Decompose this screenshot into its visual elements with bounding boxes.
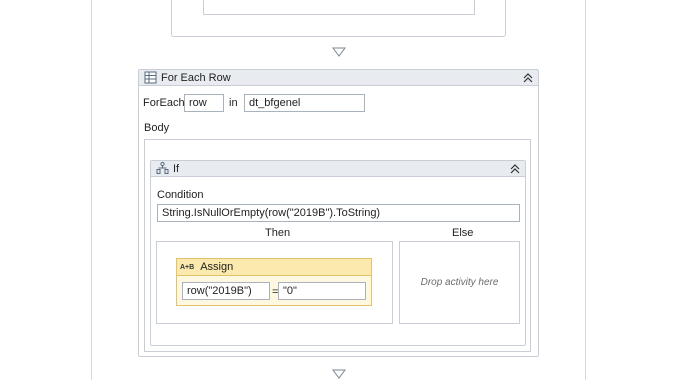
foreach-item-input[interactable]: row bbox=[184, 94, 224, 112]
assign-title: Assign bbox=[200, 261, 234, 273]
for-each-row-icon bbox=[143, 71, 157, 85]
in-label: in bbox=[229, 97, 238, 109]
if-title: If bbox=[173, 162, 180, 175]
else-label: Else bbox=[452, 227, 474, 239]
if-activity[interactable]: If Condition String.IsNullOrEmpty(row("2… bbox=[150, 160, 526, 346]
assign-value-input[interactable]: "0" bbox=[278, 282, 366, 300]
previous-activity-field[interactable] bbox=[203, 0, 475, 15]
foreach-label: ForEach bbox=[143, 97, 185, 109]
else-panel[interactable]: Drop activity here bbox=[399, 241, 520, 324]
assign-activity[interactable]: A+B Assign row("2019B") = "0" bbox=[176, 258, 372, 306]
collapse-chevron-icon[interactable] bbox=[509, 163, 521, 175]
sequence-arrow-icon bbox=[332, 369, 346, 379]
assign-to-input[interactable]: row("2019B") bbox=[182, 282, 270, 300]
condition-input[interactable]: String.IsNullOrEmpty(row("2019B").ToStri… bbox=[157, 204, 520, 222]
drop-activity-hint: Drop activity here bbox=[420, 277, 499, 288]
if-header[interactable]: If bbox=[151, 161, 525, 177]
for-each-row-title: For Each Row bbox=[161, 71, 231, 84]
for-each-row-header[interactable]: For Each Row bbox=[139, 70, 538, 86]
assign-icon: A+B bbox=[180, 263, 195, 271]
previous-activity[interactable] bbox=[171, 0, 506, 37]
then-label: Then bbox=[265, 227, 291, 239]
collapse-chevron-icon[interactable] bbox=[522, 72, 534, 84]
sequence-arrow-icon bbox=[332, 47, 346, 57]
condition-label: Condition bbox=[157, 189, 204, 201]
body-label: Body bbox=[144, 122, 170, 134]
assign-header[interactable]: A+B Assign bbox=[177, 259, 371, 276]
foreach-collection-input[interactable]: dt_bfgenel bbox=[244, 94, 365, 112]
if-icon bbox=[155, 162, 169, 176]
